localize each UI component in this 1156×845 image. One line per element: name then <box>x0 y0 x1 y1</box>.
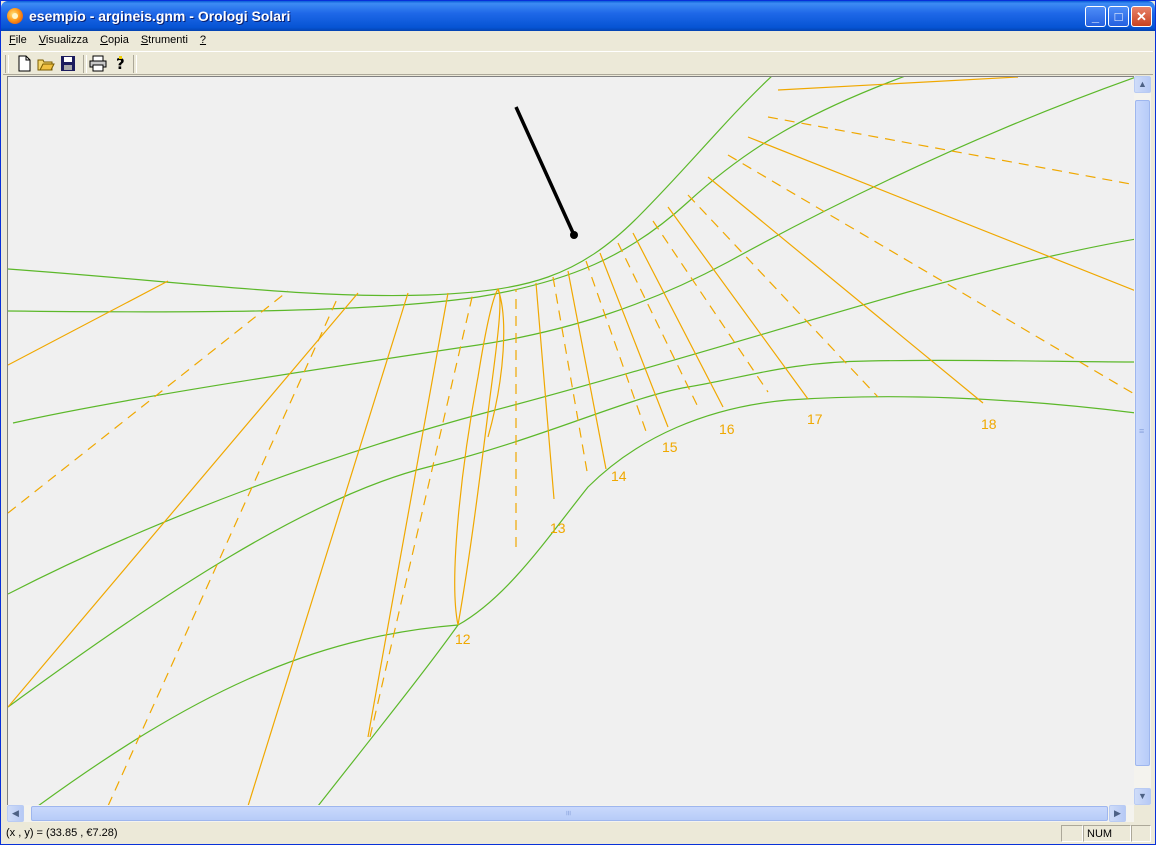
vertical-scrollbar[interactable]: ▲ ≡ ▼ <box>1134 76 1151 805</box>
close-button[interactable]: ✕ <box>1131 6 1152 27</box>
horizontal-scroll-thumb[interactable]: ≡ <box>31 806 1108 821</box>
gnomon-tip <box>570 231 578 239</box>
sundial-drawing: 12 13 14 15 16 17 18 <box>8 77 1135 805</box>
hour-line <box>247 292 409 805</box>
scroll-corner <box>1134 805 1151 822</box>
hour-line-18 <box>707 176 984 404</box>
toolbar-separator <box>83 55 87 73</box>
help-icon[interactable]: ? <box>111 55 129 72</box>
hour-line <box>652 220 769 393</box>
menu-visualizza-label: isualizza <box>45 34 89 46</box>
resize-grip[interactable] <box>1131 825 1151 842</box>
app-window: esempio - argineis.gnm - Orologi Solari … <box>0 0 1156 845</box>
declination-curve <box>8 77 905 313</box>
menu-help[interactable]: ? <box>194 31 212 50</box>
hour-line <box>552 276 589 478</box>
declination-curve <box>38 396 1135 805</box>
hour-label-17: 17 <box>807 411 823 427</box>
declination-curve <box>8 359 1135 708</box>
print-icon[interactable] <box>89 55 107 72</box>
vertical-scroll-thumb[interactable]: ≡ <box>1135 100 1150 766</box>
toolbar-grip <box>5 55 9 73</box>
menu-visualizza-hotkey: V <box>38 34 46 46</box>
hour-line <box>369 292 474 738</box>
declination-curve <box>318 624 459 805</box>
hour-line-13 <box>535 282 555 500</box>
status-bar: (x , y) = (33.85 , €7.28) NUM <box>3 823 1153 843</box>
window-title: esempio - argineis.gnm - Orologi Solari <box>29 8 291 24</box>
noon-analemma <box>454 287 501 626</box>
scroll-left-button[interactable]: ◀ <box>7 805 24 822</box>
scroll-up-button[interactable]: ▲ <box>1134 76 1151 93</box>
hour-line-16 <box>632 232 724 408</box>
status-num-indicator: NUM <box>1083 825 1131 842</box>
gnomon-rod <box>514 106 576 236</box>
menu-file[interactable]: File <box>3 31 33 50</box>
hour-label-13: 13 <box>550 520 566 536</box>
vertical-grip-icon: ≡ <box>1139 426 1145 436</box>
hour-line <box>687 194 879 398</box>
declination-curve <box>8 77 772 297</box>
menu-copia-label: opia <box>108 34 129 46</box>
save-disk-icon[interactable] <box>59 55 77 72</box>
menu-visualizza[interactable]: Visualizza <box>33 31 94 50</box>
status-coordinates: (x , y) = (33.85 , €7.28) <box>6 827 118 839</box>
hour-label-16: 16 <box>719 421 735 437</box>
menu-bar: File Visualizza Copia Strumenti? <box>3 31 1153 50</box>
menu-help-hotkey: ? <box>199 34 207 46</box>
toolbar: ? <box>3 51 1153 75</box>
hour-line <box>727 154 1135 396</box>
hour-line <box>8 292 359 708</box>
open-folder-icon[interactable] <box>37 55 55 72</box>
menu-strumenti[interactable]: Strumenti <box>135 31 194 50</box>
minimize-button[interactable]: _ <box>1085 6 1106 27</box>
title-bar[interactable]: esempio - argineis.gnm - Orologi Solari … <box>1 1 1155 31</box>
sundial-canvas[interactable]: 12 13 14 15 16 17 18 <box>7 76 1135 805</box>
scroll-right-button[interactable]: ▶ <box>1109 805 1126 822</box>
hour-label-18: 18 <box>981 416 997 432</box>
hour-label-14: 14 <box>611 468 627 484</box>
hour-label-15: 15 <box>662 439 678 455</box>
declination-curve <box>12 77 1135 424</box>
hour-line <box>617 242 699 408</box>
hour-line <box>107 296 339 805</box>
scroll-down-button[interactable]: ▼ <box>1134 788 1151 805</box>
hour-line <box>8 290 289 514</box>
horizontal-scrollbar[interactable]: ◀ ≡ ▶ <box>7 805 1135 822</box>
menu-file-label: ile <box>15 34 27 46</box>
hour-label-12: 12 <box>455 631 471 647</box>
horizontal-grip-icon: ≡ <box>563 810 574 816</box>
menu-copia-hotkey: C <box>100 34 109 46</box>
sundial-app-icon[interactable] <box>7 8 23 24</box>
new-file-icon[interactable] <box>15 55 33 72</box>
hour-line-17 <box>667 206 809 400</box>
menu-file-hotkey: F <box>9 34 16 46</box>
hour-line <box>747 136 1135 292</box>
menu-strumenti-label: trumenti <box>148 34 188 46</box>
toolbar-separator-end <box>133 55 137 73</box>
maximize-button[interactable]: □ <box>1108 6 1129 27</box>
menu-copia[interactable]: Copia <box>94 31 135 50</box>
status-pane-empty <box>1061 825 1083 842</box>
hour-line <box>8 280 169 366</box>
